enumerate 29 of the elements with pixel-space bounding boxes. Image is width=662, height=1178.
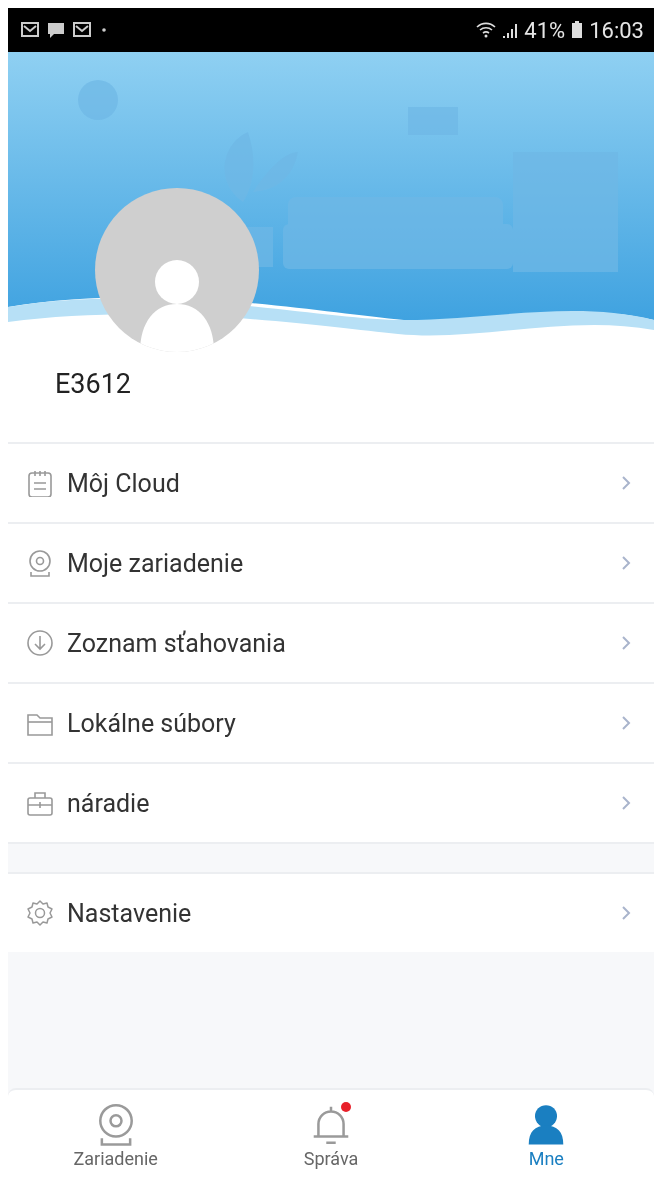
chevron-right-icon xyxy=(620,714,632,732)
chat-icon xyxy=(46,21,66,39)
tab[interactable]: Správa xyxy=(223,1090,439,1178)
tab[interactable]: Mne xyxy=(438,1090,654,1178)
chevron-right-icon xyxy=(620,794,632,812)
menu-item[interactable]: Nastavenie xyxy=(8,874,654,952)
menu-item[interactable]: Môj Cloud xyxy=(8,444,654,524)
wifi-icon xyxy=(476,21,497,39)
battery-icon xyxy=(571,21,584,39)
menu-item[interactable]: Lokálne súbory xyxy=(8,684,654,764)
mail-icon xyxy=(72,21,92,39)
menu-item[interactable]: Zoznam sťahovania xyxy=(8,604,654,684)
clock: 16:03 xyxy=(589,17,644,43)
tab[interactable]: Zariadenie xyxy=(8,1090,224,1178)
battery-percentage: 41% xyxy=(524,17,566,43)
chevron-right-icon xyxy=(620,554,632,572)
chevron-right-icon xyxy=(620,904,632,922)
signal-icon xyxy=(502,21,519,39)
settings-icon xyxy=(26,899,54,927)
clipboard-icon xyxy=(26,469,54,497)
dot-icon xyxy=(102,28,106,32)
chevron-right-icon xyxy=(620,474,632,492)
toolbox-icon xyxy=(26,789,54,817)
menu-item[interactable]: Moje zariadenie xyxy=(8,524,654,604)
chevron-right-icon xyxy=(620,634,632,652)
menu-item[interactable]: náradie xyxy=(8,764,654,844)
mail-icon xyxy=(20,21,40,39)
download-icon xyxy=(26,629,54,657)
webcam-icon xyxy=(26,549,54,577)
